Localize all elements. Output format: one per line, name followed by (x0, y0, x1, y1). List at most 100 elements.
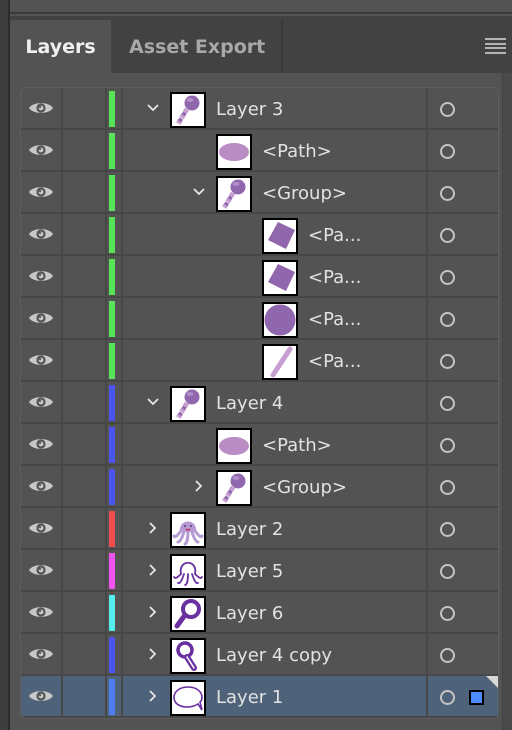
layer-main-cell[interactable]: <Group> (123, 466, 428, 506)
visibility-toggle[interactable] (21, 256, 63, 296)
target-circle-icon[interactable] (440, 102, 455, 117)
lock-toggle[interactable] (63, 508, 107, 548)
visibility-toggle[interactable] (21, 592, 63, 632)
target-circle-icon[interactable] (440, 438, 455, 453)
layer-name[interactable]: <Path> (262, 141, 332, 162)
target-circle-icon[interactable] (440, 522, 455, 537)
lock-toggle[interactable] (63, 214, 107, 254)
target-circle-icon[interactable] (440, 354, 455, 369)
target-circle-icon[interactable] (440, 270, 455, 285)
layer-main-cell[interactable]: <Path> (123, 424, 428, 464)
target-circle-icon[interactable] (440, 396, 455, 411)
lock-toggle[interactable] (63, 298, 107, 338)
layer-name[interactable]: <Path> (262, 435, 332, 456)
layer-row-4[interactable]: <Pa... (21, 256, 498, 298)
layer-row-14[interactable]: Layer 1 (21, 676, 498, 718)
lock-toggle[interactable] (63, 676, 107, 716)
layer-main-cell[interactable]: Layer 2 (123, 508, 428, 548)
layer-row-5[interactable]: <Pa... (21, 298, 498, 340)
layer-name[interactable]: <Pa... (308, 351, 361, 372)
layer-name[interactable]: <Pa... (308, 309, 361, 330)
layer-name[interactable]: Layer 2 (216, 519, 283, 540)
layer-row-12[interactable]: Layer 6 (21, 592, 498, 634)
chevron-down-icon[interactable] (146, 101, 160, 115)
visibility-toggle[interactable] (21, 550, 63, 590)
target-cell[interactable] (428, 550, 498, 590)
visibility-toggle[interactable] (21, 214, 63, 254)
target-circle-icon[interactable] (440, 144, 455, 159)
tab-layers[interactable]: Layers (10, 20, 111, 73)
target-cell[interactable] (428, 382, 498, 422)
layer-main-cell[interactable]: Layer 3 (123, 88, 428, 128)
lock-toggle[interactable] (63, 130, 107, 170)
layer-name[interactable]: <Group> (262, 477, 347, 498)
layer-row-6[interactable]: <Pa... (21, 340, 498, 382)
selection-indicator-square[interactable] (469, 690, 484, 705)
layer-row-2[interactable]: <Group> (21, 172, 498, 214)
target-cell[interactable] (428, 214, 498, 254)
target-circle-icon[interactable] (440, 648, 455, 663)
visibility-toggle[interactable] (21, 172, 63, 212)
visibility-toggle[interactable] (21, 676, 63, 716)
tab-asset-export[interactable]: Asset Export (111, 20, 283, 73)
layer-main-cell[interactable]: <Pa... (123, 256, 428, 296)
chevron-right-icon[interactable] (146, 605, 160, 619)
layer-row-7[interactable]: Layer 4 (21, 382, 498, 424)
target-cell[interactable] (428, 592, 498, 632)
target-circle-icon[interactable] (440, 606, 455, 621)
layer-row-13[interactable]: Layer 4 copy (21, 634, 498, 676)
visibility-toggle[interactable] (21, 634, 63, 674)
chevron-down-icon[interactable] (146, 395, 160, 409)
layer-main-cell[interactable]: Layer 4 (123, 382, 428, 422)
layer-main-cell[interactable]: <Pa... (123, 214, 428, 254)
layer-main-cell[interactable]: <Pa... (123, 340, 428, 380)
layer-name[interactable]: Layer 4 (216, 393, 283, 414)
layer-name[interactable]: Layer 3 (216, 99, 283, 120)
chevron-right-icon[interactable] (146, 647, 160, 661)
layer-main-cell[interactable]: Layer 1 (123, 676, 428, 716)
layer-row-11[interactable]: Layer 5 (21, 550, 498, 592)
lock-toggle[interactable] (63, 382, 107, 422)
lock-toggle[interactable] (63, 256, 107, 296)
visibility-toggle[interactable] (21, 424, 63, 464)
lock-toggle[interactable] (63, 634, 107, 674)
layer-name[interactable]: Layer 6 (216, 603, 283, 624)
target-circle-icon[interactable] (440, 312, 455, 327)
target-cell[interactable] (428, 172, 498, 212)
target-cell[interactable] (428, 256, 498, 296)
layer-name[interactable]: <Pa... (308, 225, 361, 246)
visibility-toggle[interactable] (21, 88, 63, 128)
visibility-toggle[interactable] (21, 130, 63, 170)
hamburger-menu-icon[interactable] (485, 38, 506, 54)
target-cell[interactable] (428, 88, 498, 128)
layer-name[interactable]: Layer 5 (216, 561, 283, 582)
chevron-right-icon[interactable] (146, 521, 160, 535)
visibility-toggle[interactable] (21, 508, 63, 548)
layer-row-0[interactable]: Layer 3 (21, 88, 498, 130)
target-circle-icon[interactable] (440, 228, 455, 243)
target-circle-icon[interactable] (440, 564, 455, 579)
lock-toggle[interactable] (63, 424, 107, 464)
lock-toggle[interactable] (63, 550, 107, 590)
layer-main-cell[interactable]: <Pa... (123, 298, 428, 338)
layer-main-cell[interactable]: Layer 5 (123, 550, 428, 590)
layer-name[interactable]: <Group> (262, 183, 347, 204)
layer-row-1[interactable]: <Path> (21, 130, 498, 172)
lock-toggle[interactable] (63, 592, 107, 632)
target-circle-icon[interactable] (440, 186, 455, 201)
layer-main-cell[interactable]: <Path> (123, 130, 428, 170)
layer-row-10[interactable]: Layer 2 (21, 508, 498, 550)
layer-name[interactable]: Layer 1 (216, 687, 283, 708)
layer-main-cell[interactable]: Layer 4 copy (123, 634, 428, 674)
visibility-toggle[interactable] (21, 382, 63, 422)
target-cell[interactable] (428, 508, 498, 548)
layer-row-3[interactable]: <Pa... (21, 214, 498, 256)
layer-main-cell[interactable]: <Group> (123, 172, 428, 212)
target-cell[interactable] (428, 466, 498, 506)
layer-row-9[interactable]: <Group> (21, 466, 498, 508)
lock-toggle[interactable] (63, 340, 107, 380)
chevron-right-icon[interactable] (192, 479, 206, 493)
target-cell[interactable] (428, 298, 498, 338)
target-cell[interactable] (428, 340, 498, 380)
target-cell[interactable] (428, 676, 498, 716)
